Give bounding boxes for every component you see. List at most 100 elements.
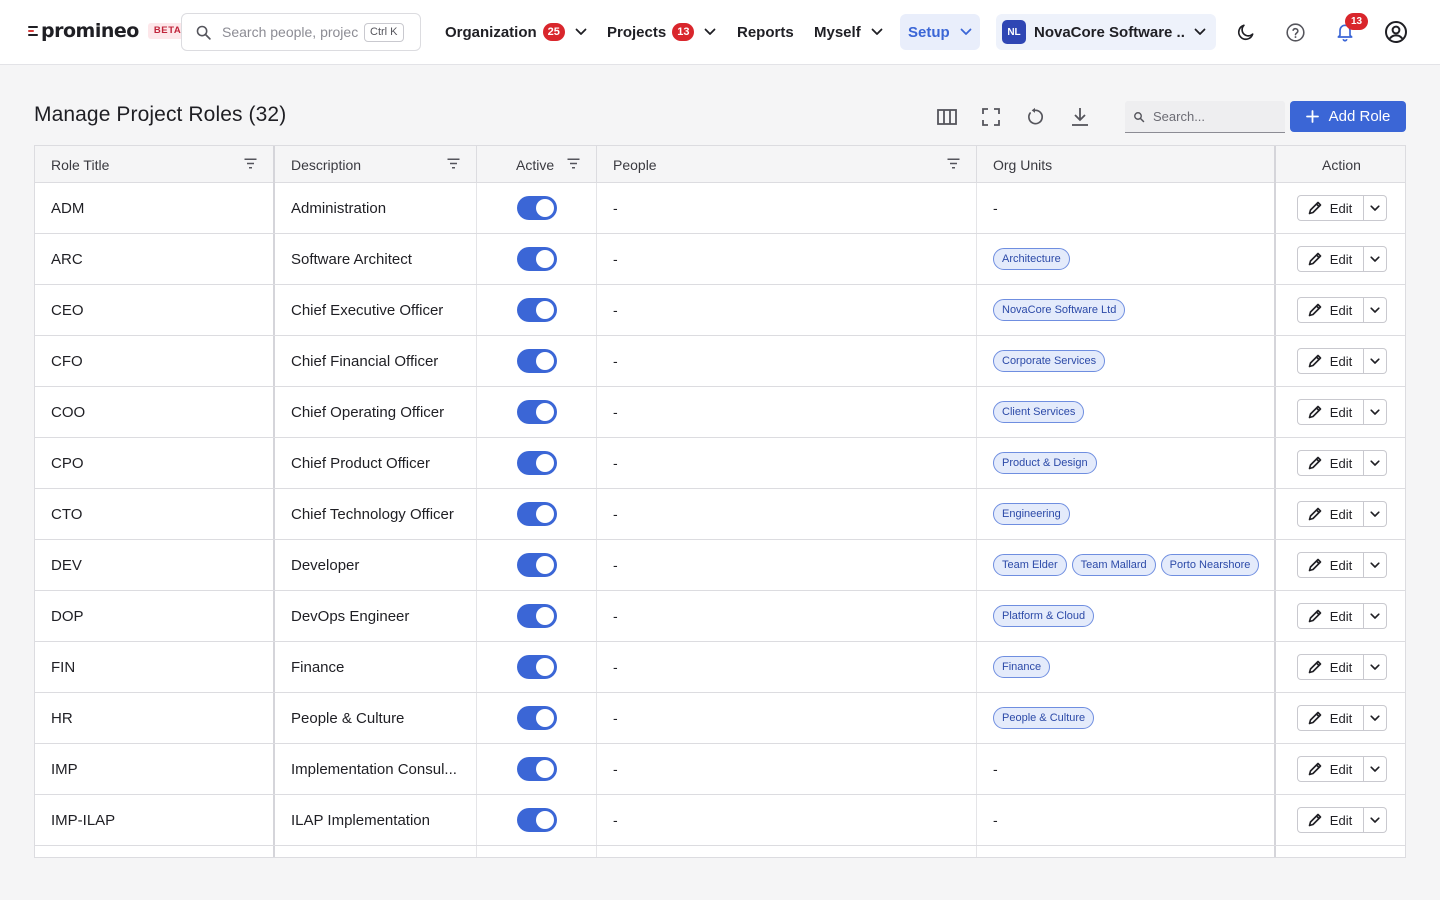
org-unit-chip[interactable]: Product & Design [993, 452, 1097, 474]
active-toggle[interactable] [517, 553, 557, 577]
people-cell: - [597, 540, 977, 590]
nav-myself[interactable]: Myself [806, 14, 891, 50]
edit-button[interactable]: Edit [1296, 501, 1364, 527]
row-menu-button[interactable] [1363, 807, 1387, 833]
column-header-org-units[interactable]: Org Units [977, 146, 1276, 183]
org-unit-chip[interactable]: Architecture [993, 248, 1070, 270]
table-row[interactable]: IMP Implementation Consul... - - Edit [35, 744, 1405, 795]
edit-button[interactable]: Edit [1296, 654, 1364, 680]
table-row[interactable]: ADM Administration - - Edit [35, 183, 1405, 234]
filter-icon[interactable] [447, 158, 460, 169]
dark-mode-toggle[interactable] [1232, 18, 1260, 46]
org-unit-chip[interactable]: People & Culture [993, 707, 1095, 729]
edit-button[interactable]: Edit [1296, 348, 1364, 374]
table-row[interactable]: COO Chief Operating Officer - Client Ser… [35, 387, 1405, 438]
notifications-button[interactable]: 13 [1331, 13, 1369, 46]
row-menu-button[interactable] [1363, 552, 1387, 578]
download-button[interactable] [1068, 105, 1092, 129]
nav-organization[interactable]: Organization 25 [437, 14, 595, 50]
refresh-button[interactable] [1023, 105, 1047, 129]
active-toggle[interactable] [517, 655, 557, 679]
row-menu-button[interactable] [1363, 399, 1387, 425]
active-toggle[interactable] [517, 400, 557, 424]
edit-button[interactable]: Edit [1296, 603, 1364, 629]
active-toggle[interactable] [517, 604, 557, 628]
org-unit-chip[interactable]: Team Mallard [1071, 554, 1156, 576]
table-row[interactable]: ARC Software Architect - Architecture Ed… [35, 234, 1405, 285]
row-menu-button[interactable] [1363, 297, 1387, 323]
row-menu-button[interactable] [1363, 705, 1387, 731]
fullscreen-button[interactable] [979, 105, 1003, 129]
org-unit-chip[interactable]: Finance [993, 656, 1051, 678]
table-search[interactable] [1125, 101, 1285, 133]
row-menu-button[interactable] [1363, 501, 1387, 527]
help-button[interactable] [1281, 18, 1309, 46]
nav-setup[interactable]: Setup [900, 14, 980, 50]
promineo-logo[interactable]: promineo BETA [28, 21, 188, 41]
add-role-button[interactable]: Add Role [1290, 101, 1406, 132]
active-toggle[interactable] [517, 247, 557, 271]
edit-button[interactable]: Edit [1296, 705, 1364, 731]
table-row[interactable]: CEO Chief Executive Officer - NovaCore S… [35, 285, 1405, 336]
org-unit-chip[interactable]: NovaCore Software Ltd [993, 299, 1126, 321]
edit-button[interactable]: Edit [1296, 297, 1364, 323]
active-toggle[interactable] [517, 349, 557, 373]
active-toggle[interactable] [517, 706, 557, 730]
table-row[interactable]: CPO Chief Product Officer - Product & De… [35, 438, 1405, 489]
global-search[interactable]: Ctrl K [181, 13, 421, 51]
column-header-people[interactable]: People [597, 146, 977, 183]
organization-switcher[interactable]: NL NovaCore Software ... [996, 14, 1216, 50]
org-unit-chip[interactable]: Engineering [993, 503, 1070, 525]
active-toggle[interactable] [517, 502, 557, 526]
edit-button[interactable]: Edit [1296, 807, 1364, 833]
columns-button[interactable] [935, 105, 959, 129]
table-row[interactable]: HR People & Culture - People & Culture E… [35, 693, 1405, 744]
row-menu-button[interactable] [1363, 756, 1387, 782]
table-search-input[interactable] [1153, 109, 1273, 124]
org-unit-chip[interactable]: Corporate Services [993, 350, 1106, 372]
table-row[interactable]: DOP DevOps Engineer - Platform & Cloud E… [35, 591, 1405, 642]
column-header-role-title[interactable]: Role Title [35, 146, 275, 183]
table-row[interactable]: DEV Developer - Team Elder Team Mallard Po… [35, 540, 1405, 591]
nav-reports[interactable]: Reports [729, 14, 802, 50]
filter-icon[interactable] [947, 158, 960, 169]
filter-icon[interactable] [244, 158, 257, 169]
global-search-input[interactable] [222, 24, 358, 40]
filter-icon[interactable] [567, 158, 580, 169]
page-title: Manage Project Roles (32) [34, 103, 287, 126]
edit-button[interactable]: Edit [1296, 399, 1364, 425]
active-toggle[interactable] [517, 808, 557, 832]
people-value: - [613, 455, 618, 471]
active-toggle[interactable] [517, 196, 557, 220]
row-menu-button[interactable] [1363, 246, 1387, 272]
column-header-description[interactable]: Description [275, 146, 477, 183]
table-row[interactable]: FIN Finance - Finance Edit [35, 642, 1405, 693]
chevron-down-icon [1369, 816, 1380, 823]
user-profile-button[interactable] [1382, 18, 1410, 46]
active-toggle[interactable] [517, 451, 557, 475]
row-menu-button[interactable] [1363, 654, 1387, 680]
row-menu-button[interactable] [1363, 603, 1387, 629]
active-toggle[interactable] [517, 757, 557, 781]
row-actions: Edit [1296, 195, 1387, 221]
org-unit-chip[interactable]: Team Elder [993, 554, 1067, 576]
table-row[interactable]: CTO Chief Technology Officer - Engineeri… [35, 489, 1405, 540]
row-menu-button[interactable] [1363, 450, 1387, 476]
edit-button[interactable]: Edit [1296, 246, 1364, 272]
edit-button[interactable]: Edit [1296, 450, 1364, 476]
nav-projects[interactable]: Projects 13 [599, 14, 724, 50]
table-row[interactable]: CFO Chief Financial Officer - Corporate … [35, 336, 1405, 387]
edit-button[interactable]: Edit [1296, 756, 1364, 782]
active-toggle[interactable] [517, 298, 557, 322]
edit-button[interactable]: Edit [1296, 552, 1364, 578]
org-unit-chip[interactable]: Porto Nearshore [1160, 554, 1260, 576]
org-unit-chip[interactable]: Platform & Cloud [993, 605, 1095, 627]
row-actions: Edit [1296, 348, 1387, 374]
table-row[interactable]: IMP-ILAP ILAP Implementation - - Edit [35, 795, 1405, 846]
row-menu-button[interactable] [1363, 348, 1387, 374]
org-unit-chip[interactable]: Client Services [993, 401, 1085, 423]
row-menu-button[interactable] [1363, 195, 1387, 221]
people-cell [597, 846, 977, 857]
column-header-active[interactable]: Active [477, 146, 597, 183]
edit-button[interactable]: Edit [1296, 195, 1364, 221]
